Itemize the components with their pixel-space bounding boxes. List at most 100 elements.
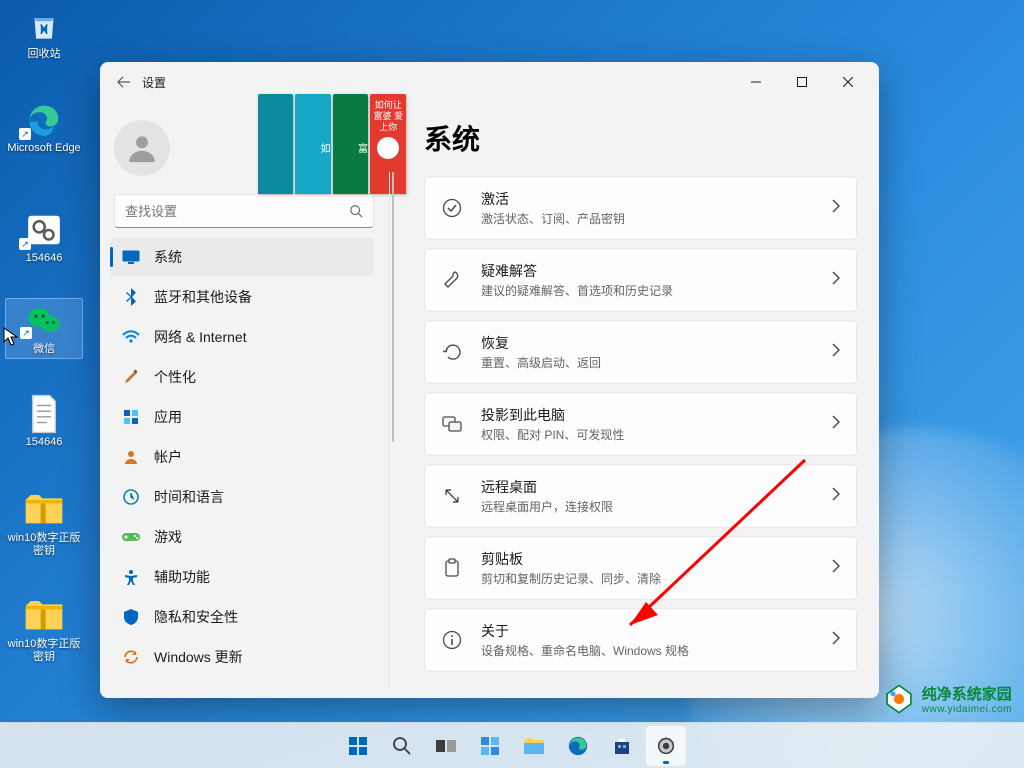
card-troubleshoot[interactable]: 疑难解答建议的疑难解答、首选项和历史记录 (424, 248, 857, 312)
card-desc: 建议的疑难解答、首选项和历史记录 (481, 282, 814, 299)
card-title: 剪贴板 (481, 549, 814, 569)
card-title: 投影到此电脑 (481, 405, 814, 425)
taskbar-edge[interactable] (558, 726, 598, 766)
sidebar-item-network[interactable]: 网络 & Internet (110, 318, 374, 356)
display-icon (122, 248, 140, 266)
shield-icon (122, 608, 140, 626)
sidebar-item-personalize[interactable]: 个性化 (110, 358, 374, 396)
page-title: 系统 (424, 118, 857, 158)
taskbar[interactable] (0, 722, 1024, 768)
maximize-button[interactable] (779, 66, 825, 98)
title-bar[interactable]: 设置 (100, 62, 879, 102)
card-title: 远程桌面 (481, 477, 814, 497)
card-recovery[interactable]: 恢复重置、高级启动、返回 (424, 320, 857, 384)
accessibility-icon (122, 568, 140, 586)
history-icon (441, 342, 463, 362)
card-remote[interactable]: 远程桌面远程桌面用户，连接权限 (424, 464, 857, 528)
minimize-button[interactable] (733, 66, 779, 98)
sidebar-item-privacy[interactable]: 隐私和安全性 (110, 598, 374, 636)
check-icon (441, 198, 463, 218)
nav-label: 网络 & Internet (154, 327, 247, 347)
desktop-icon-edge[interactable]: ↗ Microsoft Edge (5, 100, 83, 155)
bluetooth-icon (122, 288, 140, 306)
nav-list: 系统 蓝牙和其他设备 网络 & Internet 个性化 应用 帐户 时间和语言… (104, 238, 384, 698)
desktop-icon-label: win10数字正版密钥 (5, 638, 83, 664)
desktop-icon-recycle-bin[interactable]: 回收站 (5, 6, 83, 61)
brush-icon (122, 368, 140, 386)
wrench-icon (441, 270, 463, 290)
shortcut-arrow-icon: ↗ (19, 128, 31, 140)
main-content: 系统 激活激活状态、订阅、产品密钥 疑难解答建议的疑难解答、首选项和历史记录 恢… (388, 102, 879, 698)
back-button[interactable] (108, 66, 140, 98)
zip-folder-icon (24, 596, 64, 636)
nav-label: Windows 更新 (154, 647, 243, 667)
card-desc: 权限、配对 PIN、可发现性 (481, 426, 814, 443)
sidebar: 如 富 如何让 富婆 爱上你 系统 蓝牙和其他设备 网络 & Internet … (100, 102, 388, 698)
settings-window: 设置 如 富 如何让 富婆 爱上你 系统 蓝牙和其他设备 (100, 62, 879, 698)
sidebar-item-time[interactable]: 时间和语言 (110, 478, 374, 516)
sidebar-item-update[interactable]: Windows 更新 (110, 638, 374, 676)
taskbar-taskview[interactable] (426, 726, 466, 766)
shortcut-arrow-icon: ↗ (19, 238, 31, 250)
nav-label: 游戏 (154, 527, 182, 547)
nav-label: 系统 (154, 247, 182, 267)
sidebar-item-gaming[interactable]: 游戏 (110, 518, 374, 556)
avatar (114, 120, 170, 176)
card-desc: 激活状态、订阅、产品密钥 (481, 210, 814, 227)
chevron-right-icon (832, 487, 840, 506)
wifi-icon (122, 328, 140, 346)
sidebar-item-accounts[interactable]: 帐户 (110, 438, 374, 476)
chevron-right-icon (832, 559, 840, 578)
chevron-right-icon (832, 271, 840, 290)
sidebar-item-system[interactable]: 系统 (110, 238, 374, 276)
watermark-title: 纯净系统家园 (922, 683, 1012, 704)
card-title: 疑难解答 (481, 261, 814, 281)
profile-books-image: 如 富 如何让 富婆 爱上你 (258, 84, 406, 194)
desktop-icon-label: win10数字正版密钥 (5, 532, 83, 558)
desktop-icon-label: 154646 (26, 436, 63, 449)
desktop-icon-batch[interactable]: ↗ 154646 (5, 210, 83, 265)
nav-label: 个性化 (154, 367, 196, 387)
nav-label: 应用 (154, 407, 182, 427)
info-icon (441, 630, 463, 650)
card-clipboard[interactable]: 剪贴板剪切和复制历史记录、同步、清除 (424, 536, 857, 600)
taskbar-search[interactable] (382, 726, 422, 766)
taskbar-settings[interactable] (646, 726, 686, 766)
card-desc: 设备规格、重命名电脑、Windows 规格 (481, 642, 814, 659)
taskbar-explorer[interactable] (514, 726, 554, 766)
chevron-right-icon (832, 343, 840, 362)
text-file-icon (24, 394, 64, 434)
desktop-icon-label: 微信 (33, 343, 55, 356)
taskbar-start[interactable] (338, 726, 378, 766)
sidebar-item-bluetooth[interactable]: 蓝牙和其他设备 (110, 278, 374, 316)
desktop-icon-zip1[interactable]: win10数字正版密钥 (5, 490, 83, 558)
search-box[interactable] (114, 194, 374, 228)
divider (389, 172, 390, 690)
clock-icon (122, 488, 140, 506)
desktop-icon-text[interactable]: 154646 (5, 394, 83, 449)
cursor-icon (3, 327, 19, 347)
sidebar-item-apps[interactable]: 应用 (110, 398, 374, 436)
desktop-icon-zip2[interactable]: win10数字正版密钥 (5, 596, 83, 664)
card-title: 关于 (481, 621, 814, 641)
sidebar-item-accessibility[interactable]: 辅助功能 (110, 558, 374, 596)
game-icon (122, 528, 140, 546)
user-icon (122, 448, 140, 466)
watermark-logo-icon (882, 682, 916, 716)
zip-folder-icon (24, 490, 64, 530)
card-activation[interactable]: 激活激活状态、订阅、产品密钥 (424, 176, 857, 240)
card-desc: 重置、高级启动、返回 (481, 354, 814, 371)
app-title: 设置 (142, 74, 166, 91)
chevron-right-icon (832, 199, 840, 218)
card-title: 恢复 (481, 333, 814, 353)
taskbar-widgets[interactable] (470, 726, 510, 766)
card-about[interactable]: 关于设备规格、重命名电脑、Windows 规格 (424, 608, 857, 672)
taskbar-store[interactable] (602, 726, 642, 766)
nav-label: 蓝牙和其他设备 (154, 287, 252, 307)
close-button[interactable] (825, 66, 871, 98)
nav-scrollbar[interactable] (392, 172, 394, 690)
chevron-right-icon (832, 631, 840, 650)
search-input[interactable] (125, 204, 349, 219)
apps-icon (122, 408, 140, 426)
card-project[interactable]: 投影到此电脑权限、配对 PIN、可发现性 (424, 392, 857, 456)
